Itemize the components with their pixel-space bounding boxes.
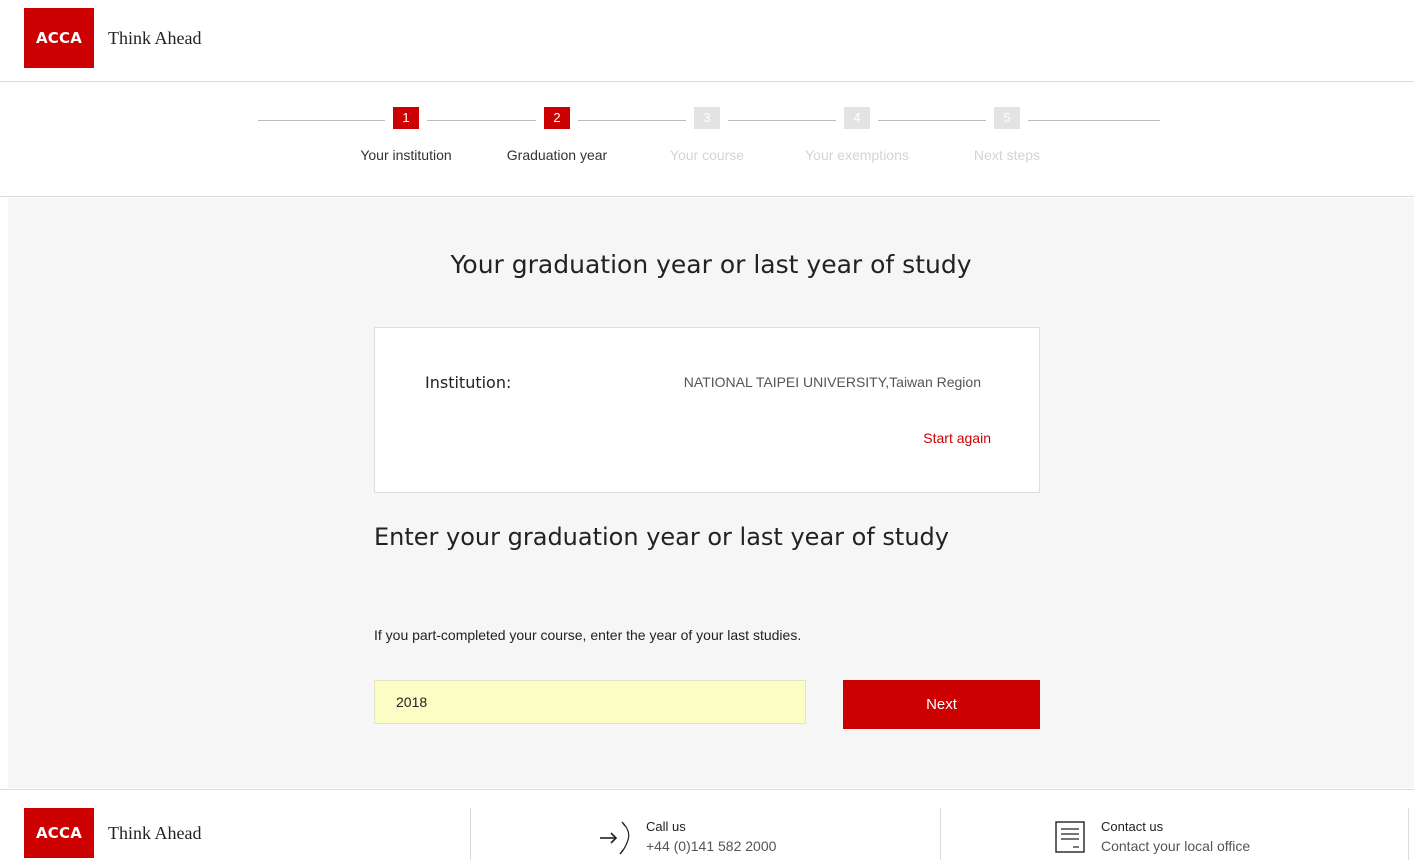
step-graduation-year: 2 Graduation year	[487, 107, 627, 163]
step-number: 5	[994, 107, 1020, 129]
step-label: Next steps	[973, 147, 1041, 163]
next-button[interactable]: Next	[843, 680, 1040, 729]
site-header: ACCA Think Ahead	[0, 0, 1414, 82]
institution-value: NATIONAL TAIPEI UNIVERSITY,Taiwan Region	[683, 374, 981, 390]
call-us-block[interactable]: Call us +44 (0)141 582 2000	[598, 818, 776, 856]
step-number: 3	[694, 107, 720, 129]
footer-divider	[470, 808, 471, 860]
logo-mark: ACCA	[24, 808, 94, 858]
help-text: If you part-completed your course, enter…	[374, 627, 802, 643]
step-number: 1	[393, 107, 419, 129]
contact-form-icon	[1055, 821, 1085, 853]
graduation-year-input[interactable]	[374, 680, 806, 724]
footer-acca-logo[interactable]: ACCA Think Ahead	[24, 808, 201, 858]
site-footer: ACCA Think Ahead Call us +44 (0)141 582 …	[0, 789, 1414, 860]
logo-tagline: Think Ahead	[108, 822, 202, 843]
step-label: Your exemptions	[805, 147, 909, 163]
institution-label: Institution:	[425, 373, 512, 392]
step-next-steps: 5 Next steps	[937, 107, 1077, 163]
footer-divider	[1408, 808, 1409, 860]
step-label: Graduation year	[506, 147, 608, 163]
logo-tagline: Think Ahead	[108, 27, 202, 48]
graduation-year-heading: Enter your graduation year or last year …	[374, 523, 949, 551]
phone-arrow-icon	[600, 821, 630, 855]
step-your-course: 3 Your course	[637, 107, 777, 163]
step-your-institution: 1 Your institution	[336, 107, 476, 163]
footer-divider	[940, 808, 941, 860]
step-number: 4	[844, 107, 870, 129]
contact-us-sub: Contact your local office	[1101, 838, 1251, 854]
call-us-title: Call us	[646, 819, 686, 834]
step-label: Your course	[669, 147, 745, 163]
step-label: Your institution	[360, 147, 452, 163]
contact-us-title: Contact us	[1101, 819, 1164, 834]
start-again-link[interactable]: Start again	[923, 430, 991, 446]
institution-card: Institution: NATIONAL TAIPEI UNIVERSITY,…	[374, 327, 1040, 493]
contact-us-block[interactable]: Contact us Contact your local office	[1053, 818, 1250, 856]
step-your-exemptions: 4 Your exemptions	[787, 107, 927, 163]
main-content: Your graduation year or last year of stu…	[8, 198, 1414, 788]
acca-logo[interactable]: ACCA Think Ahead	[24, 8, 201, 68]
page-title: Your graduation year or last year of stu…	[450, 250, 972, 279]
contact-us-text: Contact us Contact your local office	[1101, 818, 1250, 856]
logo-mark: ACCA	[24, 8, 94, 68]
call-us-text: Call us +44 (0)141 582 2000	[646, 818, 776, 856]
progress-steps: 1 Your institution 2 Graduation year 3 Y…	[0, 83, 1414, 197]
step-number: 2	[544, 107, 570, 129]
call-us-number: +44 (0)141 582 2000	[646, 838, 777, 854]
